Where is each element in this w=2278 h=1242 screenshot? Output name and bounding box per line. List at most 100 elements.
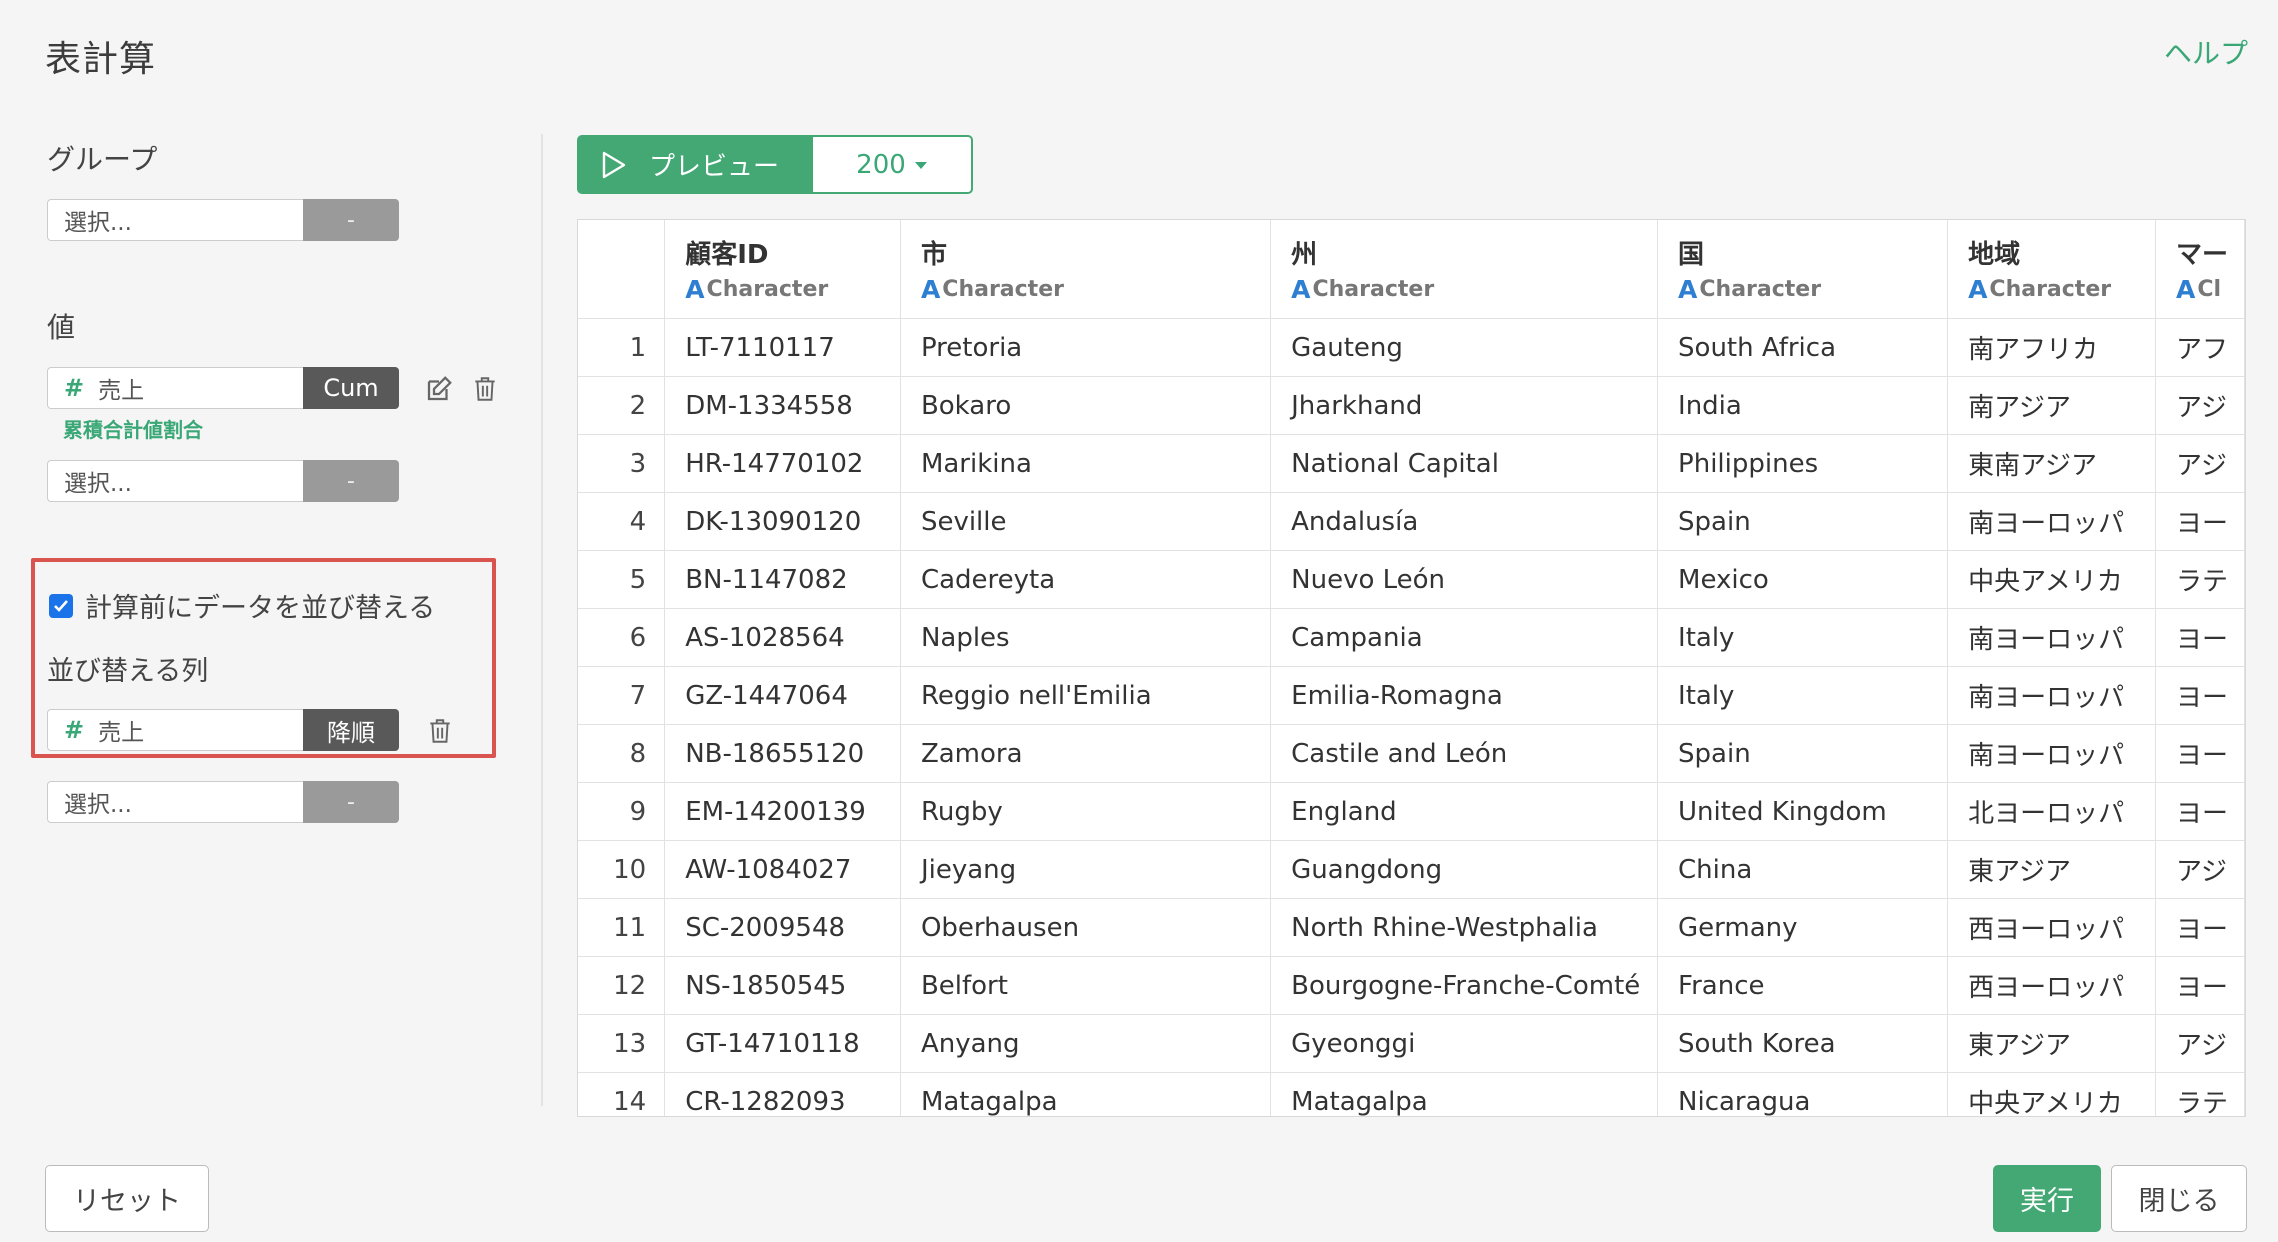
sort-item[interactable]: # 売上 降順	[47, 709, 399, 753]
table-cell: Matagalpa	[1270, 1072, 1659, 1116]
value-calc-type-button[interactable]: Cum	[303, 367, 399, 409]
sort-select-input[interactable]: 選択...	[47, 781, 303, 823]
table-cell: 西ヨーロッパ	[1947, 956, 2157, 1015]
table-cell: AS-1028564	[664, 608, 901, 667]
sort-item-field[interactable]: # 売上	[47, 709, 303, 751]
table-cell: Andalusía	[1270, 492, 1659, 551]
column-header[interactable]: マー A Cl	[2155, 220, 2245, 319]
table-cell: Emilia-Romagna	[1270, 666, 1659, 725]
table-cell: 東アジア	[1947, 840, 2157, 899]
table-row: 4 DK-13090120 Seville Andalusía Spain 南ヨーロッパヨ…	[578, 492, 2245, 551]
column-type: A Character	[685, 275, 899, 304]
table-cell: ヨー	[2155, 898, 2245, 957]
table-cell: National Capital	[1270, 434, 1659, 493]
table-cell: NS-1850545	[664, 956, 901, 1015]
sort-remove-button[interactable]: -	[303, 781, 399, 823]
table-cell: DM-1334558	[664, 376, 901, 435]
trash-icon[interactable]	[425, 716, 455, 746]
group-label: グループ	[47, 143, 158, 176]
sort-column-label: 並び替える列	[47, 656, 209, 687]
checkbox-checked-icon[interactable]	[49, 593, 73, 618]
row-number: 1	[578, 318, 666, 377]
column-header[interactable]: 州 A Character	[1270, 220, 1659, 319]
character-type-icon: A	[1678, 275, 1698, 304]
edit-icon[interactable]	[424, 374, 454, 404]
table-cell: アジ	[2155, 1014, 2245, 1073]
value-select[interactable]: 選択... -	[47, 460, 399, 504]
table-cell: France	[1657, 956, 1949, 1015]
table-cell: Anyang	[900, 1014, 1272, 1073]
table-cell: Germany	[1657, 898, 1949, 957]
table-cell: India	[1657, 376, 1949, 435]
row-number: 11	[578, 898, 666, 957]
column-header[interactable]: 国 A Character	[1657, 220, 1949, 319]
character-type-icon: A	[1291, 275, 1311, 304]
table-cell: Spain	[1657, 724, 1949, 783]
column-name: マー	[2176, 240, 2229, 270]
value-item-field[interactable]: # 売上	[47, 367, 303, 409]
sort-order-button[interactable]: 降順	[303, 709, 399, 751]
table-row: 13 GT-14710118 Anyang Gyeonggi South Korea 東ア…	[578, 1014, 2245, 1073]
value-select-input[interactable]: 選択...	[47, 460, 303, 502]
trash-icon[interactable]	[470, 374, 500, 404]
table-row: 5 BN-1147082 Cadereyta Nuevo León Mexico 中央アメ…	[578, 550, 2245, 609]
table-cell: 東南アジア	[1947, 434, 2157, 493]
value-remove-button[interactable]: -	[303, 460, 399, 502]
table-cell: HR-14770102	[664, 434, 901, 493]
table-cell: Bourgogne-Franche-Comté	[1270, 956, 1659, 1015]
play-icon	[602, 151, 626, 178]
column-header[interactable]: 顧客ID A Character	[664, 220, 901, 319]
sort-select[interactable]: 選択... -	[47, 781, 399, 825]
table-cell: 南アフリカ	[1947, 318, 2157, 377]
preview-table[interactable]: 顧客ID A Character 市 A Character 州 A Character 国 A Ch…	[577, 219, 2246, 1117]
value-item[interactable]: # 売上 Cum	[47, 367, 399, 411]
table-cell: LT-7110117	[664, 318, 901, 377]
row-number-header	[578, 220, 666, 319]
table-cell: North Rhine-Westphalia	[1270, 898, 1659, 957]
row-number: 4	[578, 492, 666, 551]
close-button[interactable]: 閉じる	[2111, 1165, 2247, 1232]
table-cell: Gauteng	[1270, 318, 1659, 377]
column-type: A Character	[1291, 275, 1656, 304]
column-type-label: Character	[1312, 277, 1435, 302]
preview-button[interactable]: プレビュー	[577, 135, 813, 194]
row-number: 6	[578, 608, 666, 667]
table-row: 1 LT-7110117 Pretoria Gauteng South Africa 南ア…	[578, 318, 2245, 377]
group-remove-button[interactable]: -	[303, 199, 399, 241]
run-button[interactable]: 実行	[1993, 1165, 2101, 1232]
column-header[interactable]: 地域 A Character	[1947, 220, 2157, 319]
table-cell: 南ヨーロッパ	[1947, 492, 2157, 551]
table-cell: 南ヨーロッパ	[1947, 608, 2157, 667]
group-select[interactable]: 選択... -	[47, 199, 399, 243]
table-cell: Belfort	[900, 956, 1272, 1015]
table-row: 14 CR-1282093 Matagalpa Matagalpa Nicaragua 中…	[578, 1072, 2245, 1116]
sort-before-calc-checkbox[interactable]: 計算前にデータを並び替える	[49, 586, 435, 625]
table-cell: Zamora	[900, 724, 1272, 783]
table-cell: ヨー	[2155, 608, 2245, 667]
column-type-label: Character	[1699, 277, 1822, 302]
table-cell: Seville	[900, 492, 1272, 551]
table-cell: ラテ	[2155, 1072, 2245, 1116]
table-cell: China	[1657, 840, 1949, 899]
table-cell: Mexico	[1657, 550, 1949, 609]
table-cell: Guangdong	[1270, 840, 1659, 899]
table-cell: DK-13090120	[664, 492, 901, 551]
table-cell: ヨー	[2155, 492, 2245, 551]
value-item-name: 売上	[98, 378, 145, 404]
group-select-input[interactable]: 選択...	[47, 199, 303, 241]
table-cell: Jharkhand	[1270, 376, 1659, 435]
table-row: 12 NS-1850545 Belfort Bourgogne-Franche-Com…	[578, 956, 2245, 1015]
reset-button[interactable]: リセット	[45, 1165, 209, 1232]
table-row: 9 EM-14200139 Rugby England United Kingdom 北ヨ…	[578, 782, 2245, 841]
table-cell: Pretoria	[900, 318, 1272, 377]
table-cell: 北ヨーロッパ	[1947, 782, 2157, 841]
table-cell: アジ	[2155, 434, 2245, 493]
table-cell: GT-14710118	[664, 1014, 901, 1073]
table-row: 7 GZ-1447064 Reggio nell'Emilia Emilia-Roma…	[578, 666, 2245, 725]
column-header[interactable]: 市 A Character	[900, 220, 1272, 319]
help-link[interactable]: ヘルプ	[2164, 32, 2248, 72]
sort-checkbox-label: 計算前にデータを並び替える	[85, 593, 436, 624]
table-cell: ラテ	[2155, 550, 2245, 609]
row-count-dropdown[interactable]: 200	[813, 135, 973, 194]
row-count-value: 200	[856, 149, 906, 180]
